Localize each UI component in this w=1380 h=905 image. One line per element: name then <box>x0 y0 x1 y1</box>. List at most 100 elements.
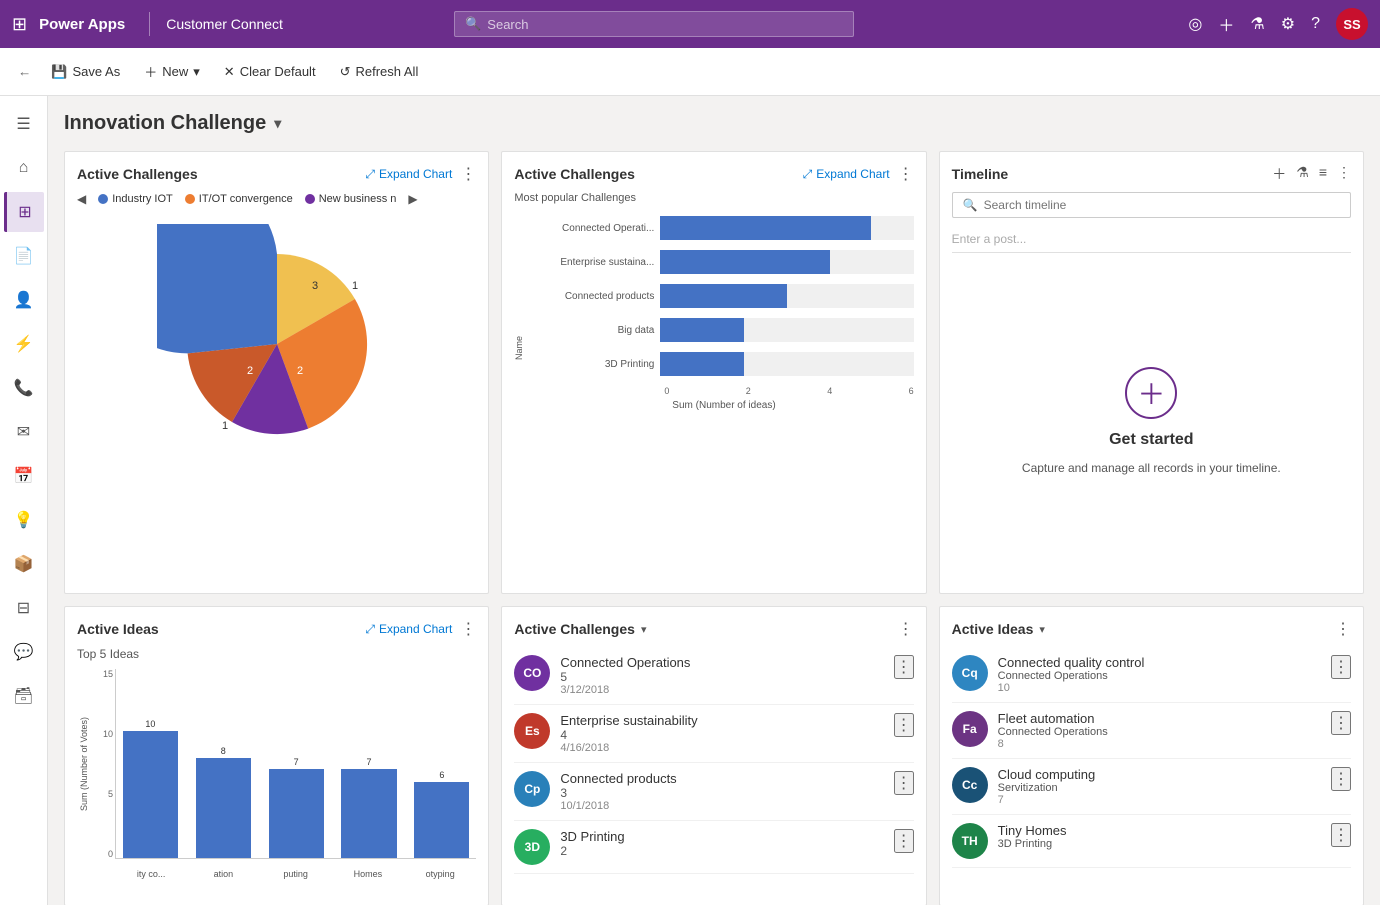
pie-label-3: 3 <box>312 280 318 292</box>
hbar-row-0: Connected Operati... 5 <box>544 216 913 240</box>
vbar-val-3: 7 <box>367 757 372 767</box>
challenge-more-3[interactable]: ⋮ <box>894 829 914 853</box>
vbar-chart-wrapper: Sum (Number of Votes) 151050 10 8 <box>77 669 476 889</box>
bar-chart-area: Name Connected Operati... 5 Enterprise s… <box>514 208 913 528</box>
challenge-avatar-0: CO <box>514 655 550 691</box>
active-ideas-list-card: Active Ideas ▾ ⋮ Cq Connected quality co… <box>939 606 1364 905</box>
card5-more-button[interactable]: ⋮ <box>898 619 914 639</box>
active-ideas-bar-card: Active Ideas ⤢ Expand Chart ⋮ Top 5 Idea… <box>64 606 489 905</box>
nav-right-icons: ◎ ＋ ⚗ ⚙ ? SS <box>1188 8 1368 40</box>
card6-more-button[interactable]: ⋮ <box>1335 619 1351 639</box>
settings-icon[interactable]: ⚙ <box>1281 14 1295 34</box>
vbar-bars-container: 10 8 7 7 <box>115 669 476 859</box>
help-icon[interactable]: ? <box>1311 15 1320 33</box>
hbar-row-4: 3D Printing 2 <box>544 352 913 376</box>
timeline-icons: ＋ ⚗ ≡ ⋮ <box>1272 164 1351 184</box>
challenge-avatar-3: 3D <box>514 829 550 865</box>
sidebar-item-phone[interactable]: 📞 <box>4 368 44 408</box>
sidebar-item-box[interactable]: 🗃 <box>4 676 44 716</box>
vbar-col-1: 8 <box>189 669 258 858</box>
save-as-button[interactable]: 💾 Save As <box>41 58 130 86</box>
new-button[interactable]: ＋ New ▾ <box>134 56 210 87</box>
hbar-row-1: Enterprise sustaina... 4 <box>544 250 913 274</box>
idea-more-0[interactable]: ⋮ <box>1331 655 1351 679</box>
idea-more-3[interactable]: ⋮ <box>1331 823 1351 847</box>
card5-chevron-icon[interactable]: ▾ <box>641 623 647 636</box>
card5-title: Active Challenges <box>514 621 635 637</box>
sidebar-item-calendar[interactable]: 📅 <box>4 456 44 496</box>
vbar-y-axis-label-container: Sum (Number of Votes) <box>77 669 91 859</box>
save-icon: 💾 <box>51 64 67 80</box>
legend-forward-icon[interactable]: ▶ <box>408 192 417 206</box>
timeline-list-icon[interactable]: ≡ <box>1319 164 1327 184</box>
left-sidebar: ☰ ⌂ ⊞ 📄 👤 ⚡ 📞 ✉ 📅 💡 📦 ⊟ 💬 🗃 <box>0 96 48 905</box>
vbar-y-title: Sum (Number of Votes) <box>79 717 89 811</box>
sidebar-item-products[interactable]: 📦 <box>4 544 44 584</box>
card1-expand-button[interactable]: ⤢ Expand Chart <box>365 167 452 182</box>
challenge-more-1[interactable]: ⋮ <box>894 713 914 737</box>
sidebar-item-table[interactable]: ⊟ <box>4 588 44 628</box>
legend-back-icon[interactable]: ◀ <box>77 192 86 206</box>
timeline-post-input[interactable]: Enter a post... <box>952 226 1351 253</box>
card2-subtitle: Most popular Challenges <box>514 192 913 204</box>
new-chevron-icon: ▾ <box>193 64 200 80</box>
vbar-val-0: 10 <box>145 719 155 729</box>
card4-expand-button[interactable]: ⤢ Expand Chart <box>365 622 452 637</box>
timeline-search-icon: 🔍 <box>963 198 978 212</box>
card5-title-area: Active Challenges ▾ <box>514 621 646 637</box>
vbar-col-3: 7 <box>335 669 404 858</box>
refresh-all-button[interactable]: ↺ Refresh All <box>330 58 429 86</box>
grid-icon[interactable]: ⊞ <box>12 14 27 35</box>
clear-default-button[interactable]: ✕ Clear Default <box>214 58 326 86</box>
timeline-search-box[interactable]: 🔍 <box>952 192 1351 218</box>
idea-name-2: Cloud computing <box>998 767 1321 782</box>
idea-more-1[interactable]: ⋮ <box>1331 711 1351 735</box>
filter-icon[interactable]: ⚗ <box>1250 14 1264 34</box>
top-cards-row: Active Challenges ⤢ Expand Chart ⋮ ◀ Ind… <box>64 151 1364 594</box>
back-button[interactable]: ← <box>12 58 37 85</box>
global-search-box[interactable]: 🔍 <box>454 11 854 37</box>
idea-info-1: Fleet automation Connected Operations 8 <box>998 711 1321 750</box>
card2-more-button[interactable]: ⋮ <box>898 164 914 184</box>
app-name: Power Apps <box>39 16 125 33</box>
challenge-more-2[interactable]: ⋮ <box>894 771 914 795</box>
card1-more-button[interactable]: ⋮ <box>460 164 476 184</box>
timeline-filter-icon[interactable]: ⚗ <box>1296 164 1309 184</box>
plus-icon[interactable]: ＋ <box>1218 12 1234 36</box>
vbar-fill-0 <box>123 731 178 858</box>
legend-dot-newbiz <box>305 194 315 204</box>
sidebar-item-menu[interactable]: ☰ <box>4 104 44 144</box>
sidebar-item-home[interactable]: ⌂ <box>4 148 44 188</box>
challenge-avatar-2: Cp <box>514 771 550 807</box>
sidebar-item-dashboard[interactable]: ⊞ <box>4 192 44 232</box>
card6-chevron-icon[interactable]: ▾ <box>1039 623 1045 636</box>
challenge-name-1: Enterprise sustainability <box>560 713 883 728</box>
legend-dot-industry-iot <box>98 194 108 204</box>
target-icon[interactable]: ◎ <box>1188 14 1202 34</box>
sidebar-item-chat[interactable]: 💬 <box>4 632 44 672</box>
expand-icon: ⤢ <box>365 167 375 182</box>
timeline-plus-circle-icon[interactable]: ＋ <box>1125 367 1177 419</box>
legend-item-industry-iot: Industry IOT <box>98 193 173 205</box>
idea-item-0: Cq Connected quality control Connected O… <box>952 647 1351 703</box>
y-axis-label: Name <box>514 336 524 360</box>
sidebar-item-contacts[interactable]: 👤 <box>4 280 44 320</box>
idea-more-2[interactable]: ⋮ <box>1331 767 1351 791</box>
sidebar-item-activity[interactable]: ⚡ <box>4 324 44 364</box>
card4-more-button[interactable]: ⋮ <box>460 619 476 639</box>
timeline-add-icon[interactable]: ＋ <box>1272 164 1286 184</box>
user-avatar[interactable]: SS <box>1336 8 1368 40</box>
timeline-more-icon[interactable]: ⋮ <box>1337 164 1351 184</box>
challenge-count-0: 5 <box>560 670 883 684</box>
sidebar-item-lightning[interactable]: 💡 <box>4 500 44 540</box>
sidebar-item-notes[interactable]: 📄 <box>4 236 44 276</box>
timeline-search-input[interactable] <box>984 198 1340 212</box>
challenge-info-1: Enterprise sustainability 4 4/16/2018 <box>560 713 883 754</box>
title-chevron-icon[interactable]: ▾ <box>274 115 281 132</box>
main-layout: ☰ ⌂ ⊞ 📄 👤 ⚡ 📞 ✉ 📅 💡 📦 ⊟ 💬 🗃 Innovation C… <box>0 96 1380 905</box>
vbar-fill-4 <box>414 782 469 858</box>
card2-expand-button[interactable]: ⤢ Expand Chart <box>803 167 890 182</box>
challenge-more-0[interactable]: ⋮ <box>894 655 914 679</box>
global-search-input[interactable] <box>487 17 843 32</box>
sidebar-item-mail[interactable]: ✉ <box>4 412 44 452</box>
